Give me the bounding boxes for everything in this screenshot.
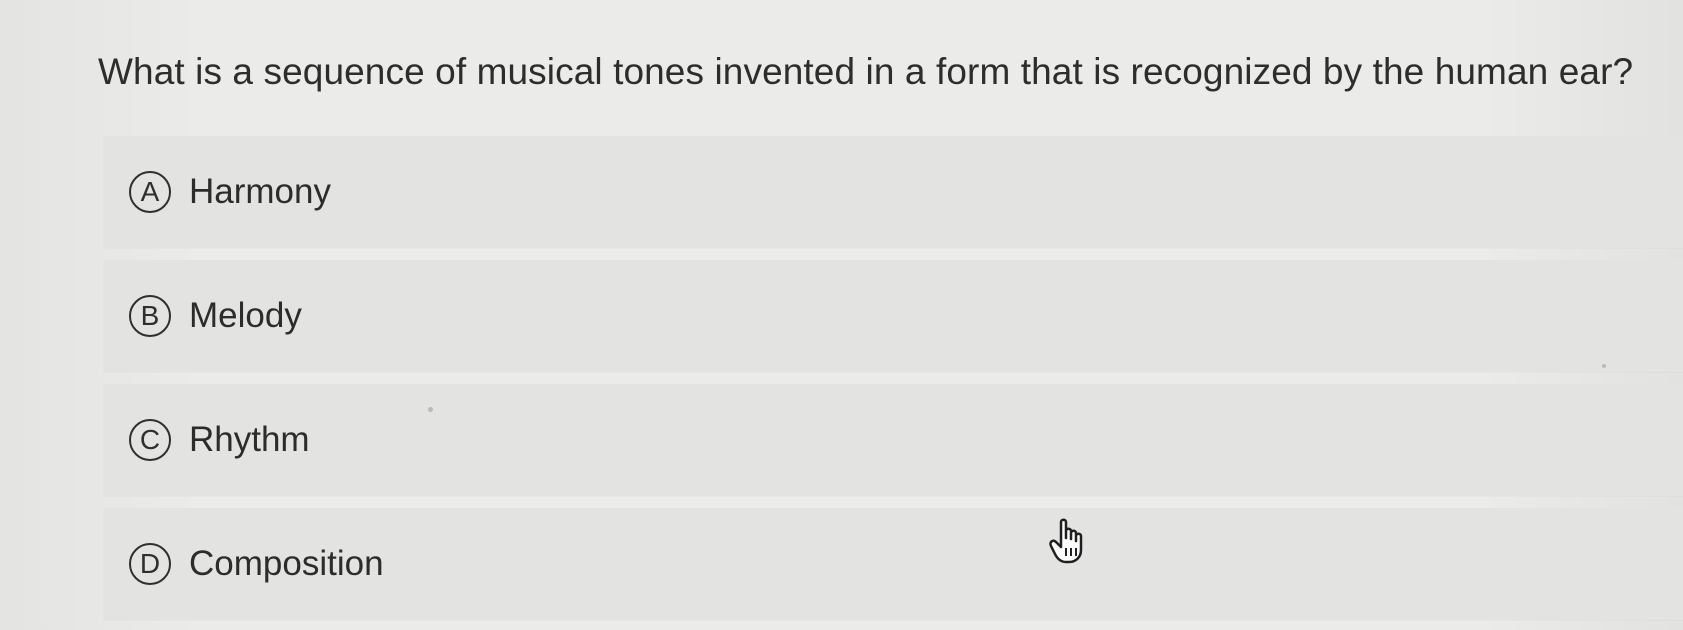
question-text: What is a sequence of musical tones inve…	[98, 51, 1634, 92]
option-c-label: Rhythm	[189, 420, 310, 459]
screen-speck	[1602, 364, 1606, 368]
option-b[interactable]: B Melody	[103, 260, 1683, 372]
screen-speck	[428, 407, 433, 412]
hand-pointer-icon	[1049, 518, 1083, 564]
option-a-label: Harmony	[189, 172, 331, 211]
quiz-screen: What is a sequence of musical tones inve…	[0, 0, 1683, 630]
option-b-label: Melody	[189, 296, 302, 335]
option-d-letter: D	[129, 543, 171, 585]
option-d[interactable]: D Composition	[103, 508, 1683, 620]
option-b-letter: B	[129, 295, 171, 337]
option-c-letter: C	[129, 419, 171, 461]
option-c[interactable]: C Rhythm	[103, 384, 1683, 496]
option-d-label: Composition	[189, 544, 384, 583]
option-a-letter: A	[129, 171, 171, 213]
option-a[interactable]: A Harmony	[103, 136, 1683, 248]
